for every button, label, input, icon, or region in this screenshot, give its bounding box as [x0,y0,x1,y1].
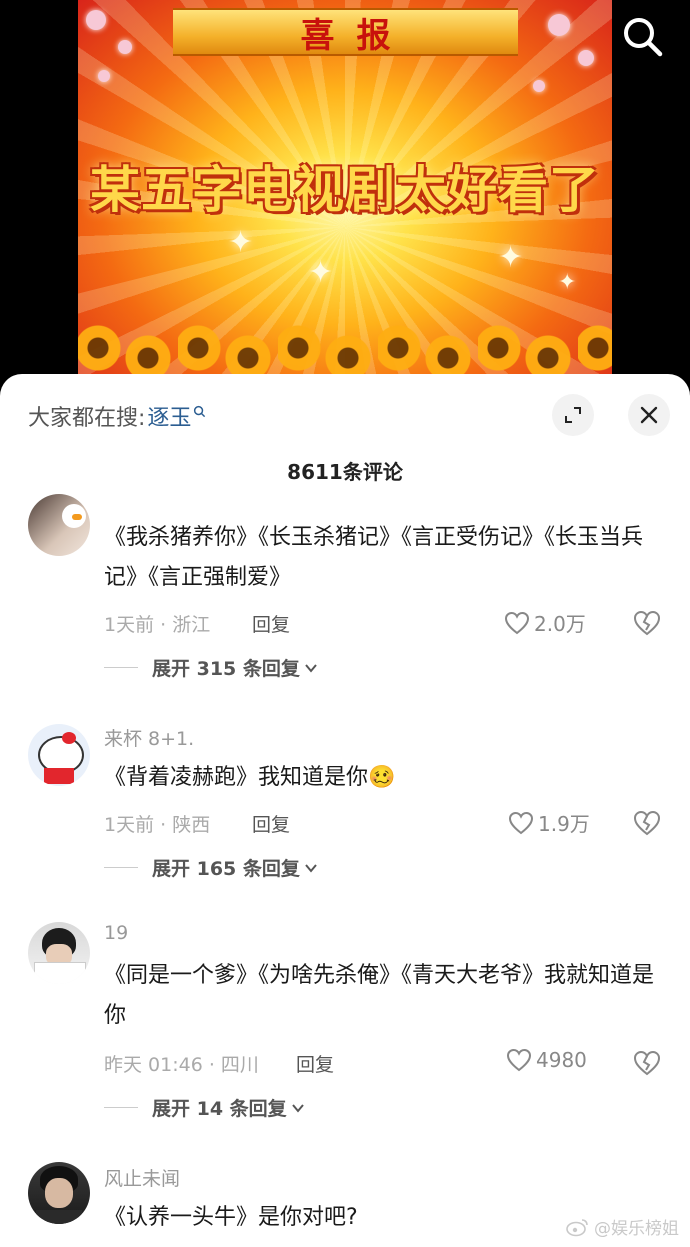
watermark-text: @娱乐榜姐 [594,1219,679,1239]
comment-count: 8611条评论 [287,460,403,484]
weibo-logo-icon [566,1218,588,1236]
heart-icon [504,611,530,634]
reply-button[interactable]: 回复 [252,810,290,837]
like-button[interactable]: 4980 [506,1048,587,1072]
chevron-down-icon [305,863,317,873]
expand-replies-label: 展开 165 条回复 [152,858,300,880]
avatar[interactable] [28,724,90,786]
search-icon [194,405,206,417]
comment-text: 《同是一个爹》《为啥先杀俺》《青天大老爷》我就知道是你 [104,963,655,1028]
expand-replies-label: 展开 14 条回复 [152,1098,287,1120]
close-button[interactable] [628,394,670,436]
sparkle-icon: ✦ [498,240,524,275]
comment-text: 《背着凌赫跑》我知道是你🥴 [104,765,396,790]
chevron-down-icon [291,1103,304,1113]
dislike-heart-icon[interactable] [632,808,662,838]
comment-time-location: 昨天 01:46 · 四川 [104,1054,259,1076]
expand-replies-label: 展开 315 条回复 [152,658,300,680]
blossom-decoration [533,80,545,92]
expand-replies-button[interactable]: 展开 14 条回复 [104,1094,305,1121]
video-headline: 某五字电视剧太好看了 [90,161,600,219]
sparkle-icon: ✦ [228,225,254,260]
comment-time-location: 1天前 · 陕西 [104,814,211,836]
like-count: 2.0万 [534,612,586,636]
sparkle-icon: ✦ [308,255,334,290]
username[interactable]: 风止未闻 [104,1164,180,1191]
trending-search[interactable]: 大家都在搜: 逐玉 [28,400,206,432]
banner: 喜报 [173,8,518,56]
expand-replies-button[interactable]: 展开 165 条回复 [104,854,318,881]
search-button[interactable] [620,14,666,60]
reply-button[interactable]: 回复 [252,610,290,637]
username[interactable]: 19 [104,922,128,944]
comment-text: 《我杀猪养你》《长玉杀猪记》《言正受伤记》《长玉当兵记》《言正强制爱》 [104,525,644,590]
video-area[interactable]: 喜报 某五字电视剧太好看了 ✦ ✦ ✦ ✦ [0,0,690,380]
expand-icon [565,407,581,423]
blossom-decoration [548,14,570,36]
avatar[interactable] [28,1162,90,1224]
banner-text: 喜报 [300,15,413,56]
chevron-down-icon [305,663,317,673]
watermark: @娱乐榜姐 [566,1214,679,1239]
divider [104,667,138,668]
trending-search-keyword[interactable]: 逐玉 [147,400,191,432]
video-poster: 喜报 某五字电视剧太好看了 ✦ ✦ ✦ ✦ [78,0,612,378]
close-icon [640,406,658,424]
divider [104,1107,138,1108]
like-button[interactable]: 2.0万 [504,608,586,637]
divider [104,867,138,868]
search-icon [624,18,663,57]
dislike-heart-icon[interactable] [632,608,662,638]
blossom-decoration [98,70,110,82]
sunflower-row [78,308,612,378]
blossom-decoration [578,50,594,66]
comment-time-location: 1天前 · 浙江 [104,614,211,636]
comment-sheet: 大家都在搜: 逐玉 8611条评论 《我杀猪养你》《长玉杀猪记》《言正受伤记》《… [0,374,690,1247]
blossom-decoration [86,10,106,30]
blossom-decoration [118,40,132,54]
expand-replies-button[interactable]: 展开 315 条回复 [104,654,318,681]
sparkle-icon: ✦ [558,270,577,295]
expand-button[interactable] [552,394,594,436]
heart-icon [506,1048,532,1072]
like-button[interactable]: 1.9万 [508,808,590,837]
trending-search-prefix: 大家都在搜: [28,406,146,431]
reply-button[interactable]: 回复 [296,1050,334,1077]
like-count: 1.9万 [538,812,590,836]
heart-icon [508,811,534,834]
dislike-heart-icon[interactable] [632,1048,662,1078]
username[interactable]: 来杯 8+1. [104,724,194,751]
avatar[interactable] [28,922,90,984]
avatar[interactable] [28,494,90,556]
like-count: 4980 [536,1048,587,1072]
